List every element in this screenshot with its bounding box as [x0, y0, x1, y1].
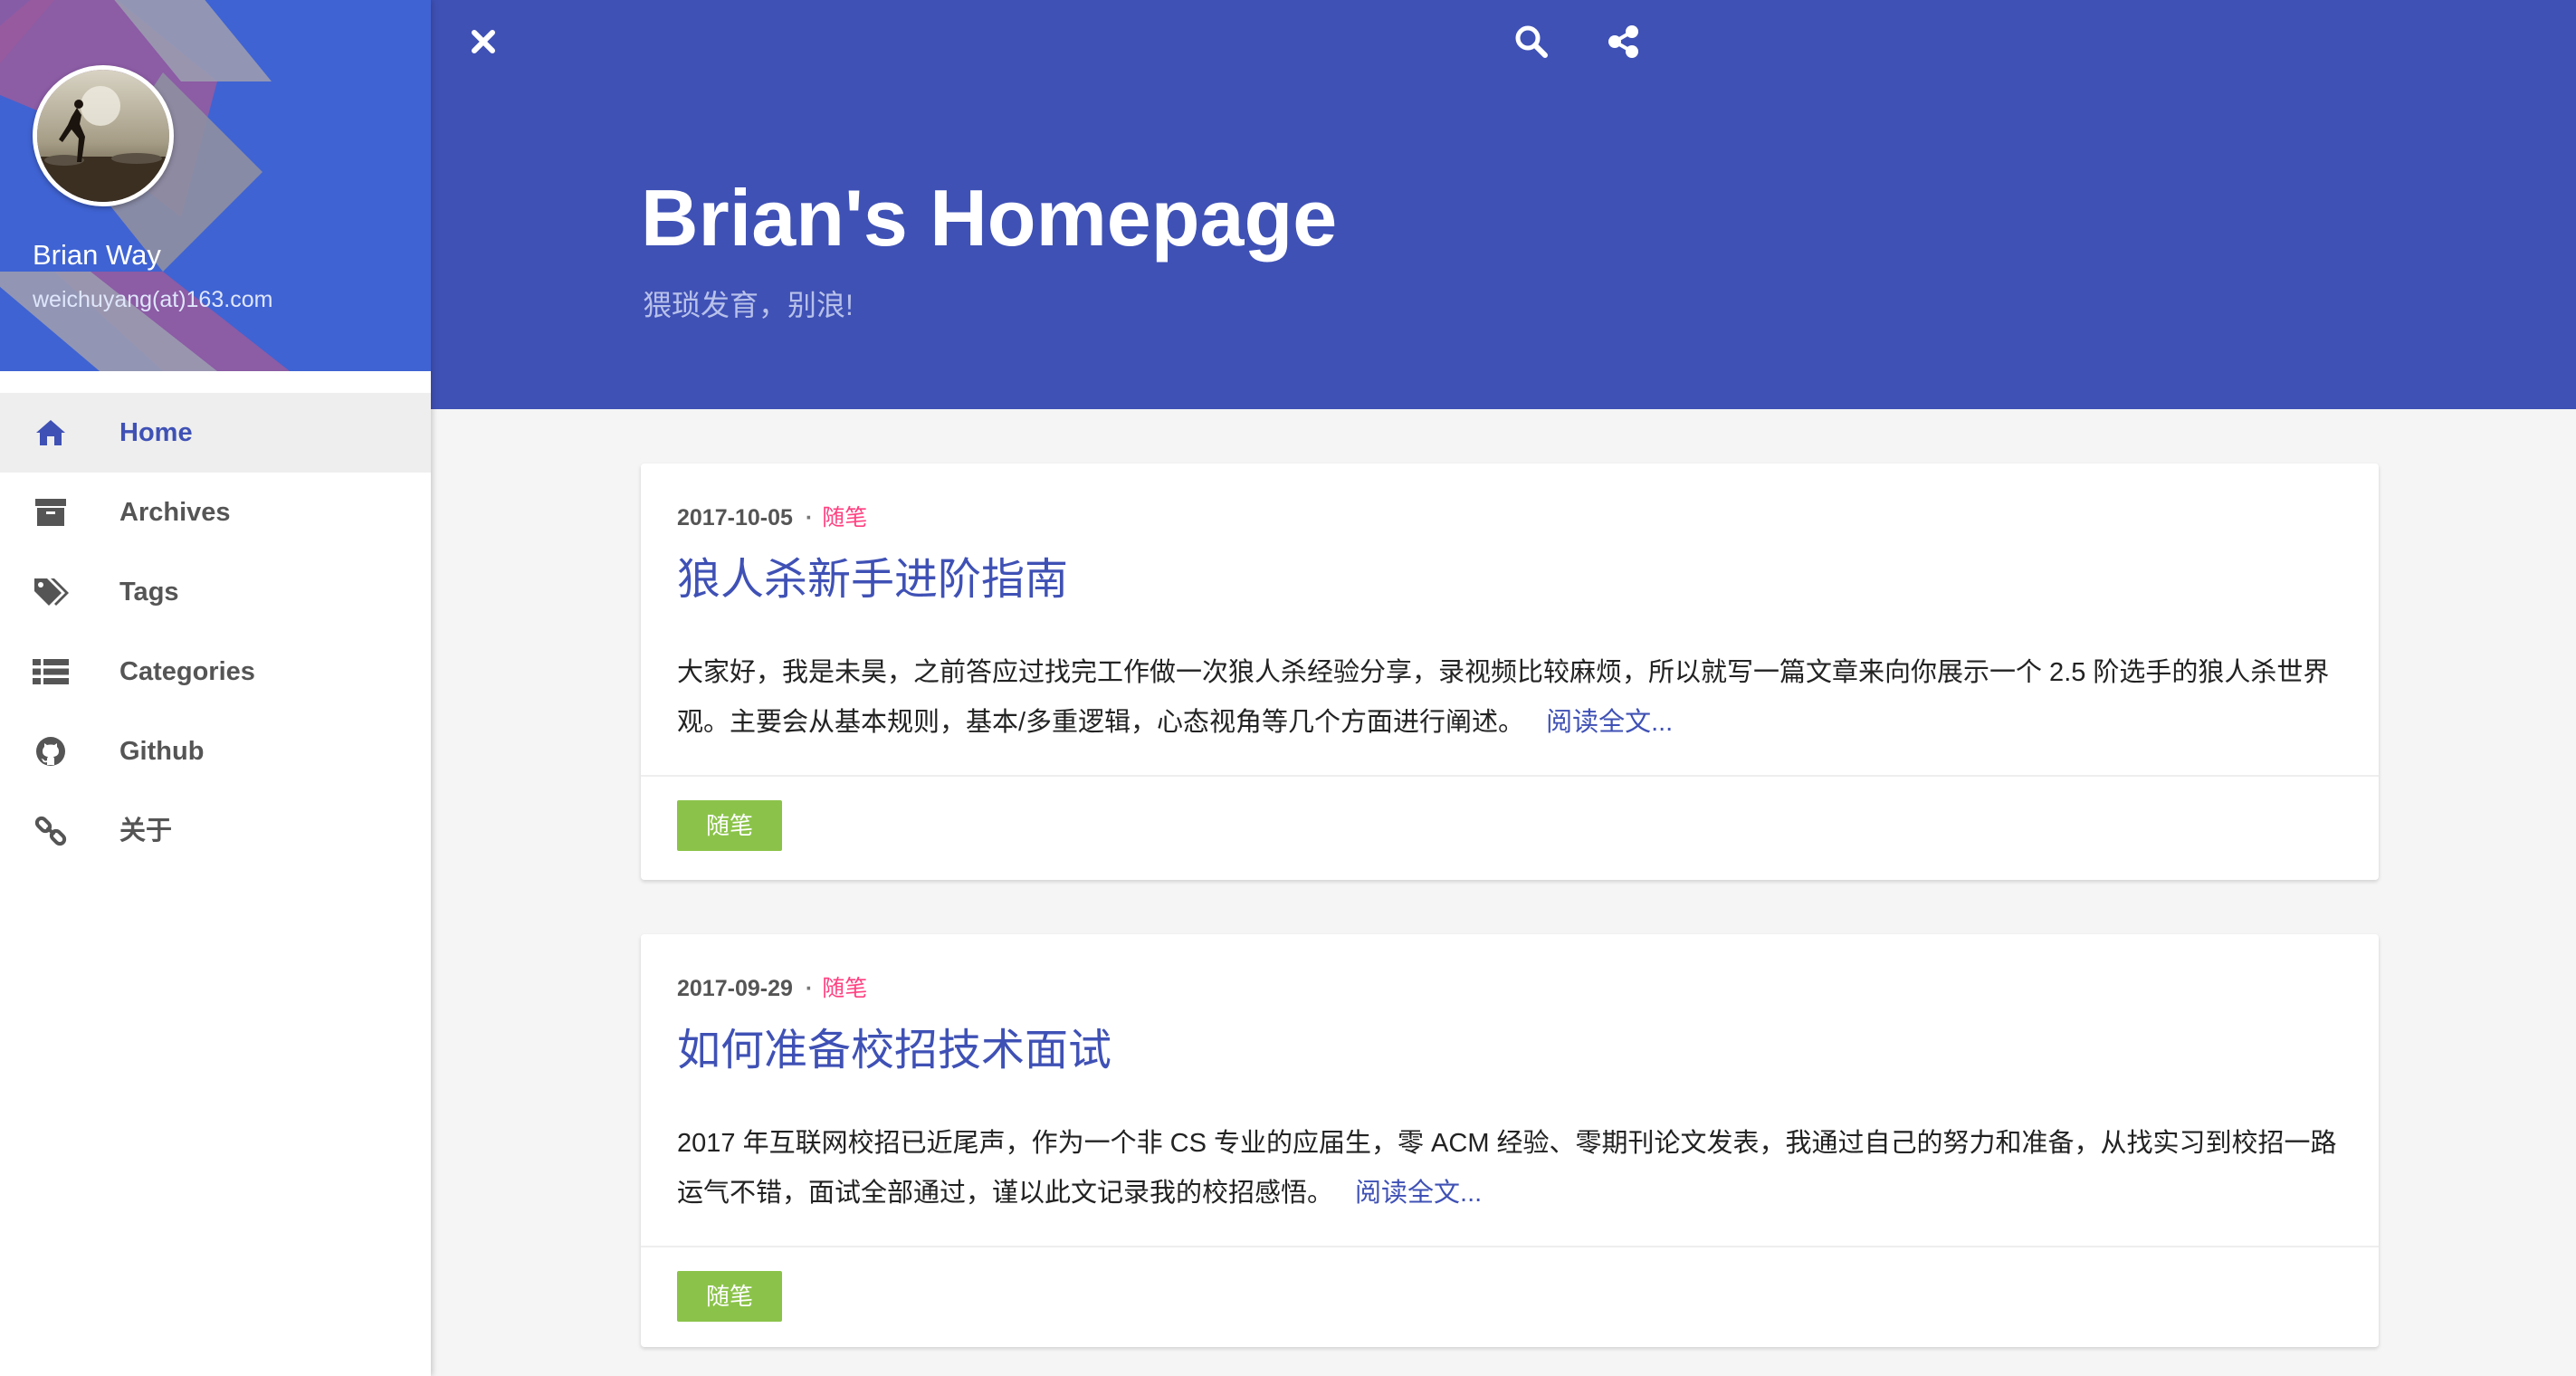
profile-name: Brian Way: [33, 239, 161, 271]
link-icon: [33, 813, 69, 849]
post-category-link[interactable]: 随笔: [822, 505, 867, 530]
share-button[interactable]: [1598, 18, 1649, 69]
post-excerpt: 大家好，我是未昊，之前答应过找完工作做一次狼人杀经验分享，录视频比较麻烦，所以就…: [677, 648, 2339, 748]
sidebar: Brian Way weichuyang(at)163.com Home Arc…: [0, 0, 431, 1376]
sidebar-nav: Home Archives Tags Categories Github 关于: [0, 393, 431, 871]
search-button[interactable]: [1506, 18, 1557, 69]
post-title-link[interactable]: 如何准备校招技术面试: [677, 1014, 1111, 1077]
close-button[interactable]: [458, 18, 509, 69]
post-title-link[interactable]: 狼人杀新手进阶指南: [677, 543, 1068, 607]
post-excerpt: 2017 年互联网校招已近尾声，作为一个非 CS 专业的应届生，零 ACM 经验…: [677, 1119, 2339, 1218]
site-title: Brian's Homepage: [641, 173, 1338, 263]
sidebar-item-github[interactable]: Github: [0, 712, 431, 791]
sidebar-item-label: 关于: [119, 817, 173, 846]
post-card-body: 2017-10-05 · 随笔 狼人杀新手进阶指南 大家好，我是未昊，之前答应过找完…: [641, 463, 2379, 777]
close-icon: [470, 28, 497, 60]
home-icon: [33, 415, 69, 451]
post-meta: 2017-09-29 · 随笔: [677, 970, 867, 1003]
sidebar-item-label: Categories: [119, 657, 255, 686]
sidebar-item-tags[interactable]: Tags: [0, 552, 431, 632]
sidebar-item-categories[interactable]: Categories: [0, 632, 431, 712]
post-card: 2017-09-29 · 随笔 如何准备校招技术面试 2017 年互联网校招已近尾声…: [641, 934, 2379, 1347]
sidebar-item-home[interactable]: Home: [0, 393, 431, 473]
read-more-link[interactable]: 阅读全文...: [1546, 708, 1673, 737]
post-date: 2017-09-29: [677, 976, 793, 1001]
profile-header: Brian Way weichuyang(at)163.com: [0, 0, 431, 371]
read-more-link[interactable]: 阅读全文...: [1355, 1179, 1482, 1208]
tags-icon: [33, 574, 69, 610]
sidebar-item-label: Archives: [119, 498, 231, 527]
sidebar-item-about[interactable]: 关于: [0, 791, 431, 871]
profile-email: weichuyang(at)163.com: [33, 287, 273, 312]
sidebar-item-label: Home: [119, 418, 193, 447]
avatar[interactable]: [33, 65, 174, 206]
meta-separator: ·: [805, 976, 814, 1001]
archive-box-icon: [33, 494, 69, 530]
site-subtitle: 猥琐发育，别浪!: [643, 289, 854, 321]
post-card-footer: 随笔: [641, 1247, 2379, 1347]
post-card: 2017-10-05 · 随笔 狼人杀新手进阶指南 大家好，我是未昊，之前答应过找完…: [641, 463, 2379, 880]
sidebar-item-label: Github: [119, 737, 205, 766]
search-icon: [1513, 24, 1550, 64]
post-date: 2017-10-05: [677, 505, 793, 530]
list-icon: [33, 654, 69, 690]
post-excerpt-text: 大家好，我是未昊，之前答应过找完工作做一次狼人杀经验分享，录视频比较麻烦，所以就…: [677, 658, 2330, 737]
sidebar-item-archives[interactable]: Archives: [0, 473, 431, 552]
sidebar-item-label: Tags: [119, 578, 179, 607]
post-meta: 2017-10-05 · 随笔: [677, 500, 867, 532]
site-header: Brian's Homepage 猥琐发育，别浪!: [431, 0, 2576, 409]
post-tag-button[interactable]: 随笔: [677, 1271, 782, 1322]
post-tag-button[interactable]: 随笔: [677, 800, 782, 851]
post-excerpt-text: 2017 年互联网校招已近尾声，作为一个非 CS 专业的应届生，零 ACM 经验…: [677, 1129, 2337, 1208]
post-card-body: 2017-09-29 · 随笔 如何准备校招技术面试 2017 年互联网校招已近尾声…: [641, 934, 2379, 1247]
github-icon: [33, 733, 69, 769]
post-category-link[interactable]: 随笔: [822, 976, 867, 1001]
share-icon: [1606, 24, 1642, 64]
post-card-footer: 随笔: [641, 777, 2379, 880]
meta-separator: ·: [805, 505, 814, 530]
